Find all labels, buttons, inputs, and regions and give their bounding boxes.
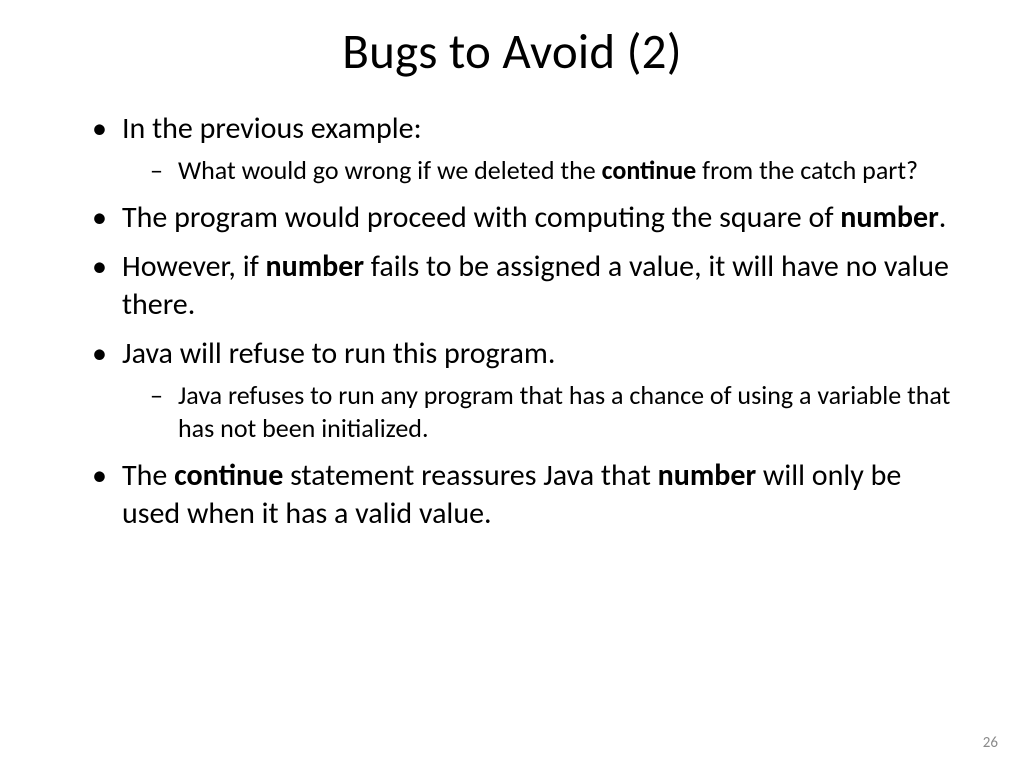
text-fragment: What would go wrong if we deleted the — [178, 154, 602, 186]
sub-bullet-item: Java refuses to run any program that has… — [150, 379, 954, 446]
text-fragment: The program would proceed with computing… — [122, 199, 840, 236]
bold-text: number — [266, 248, 364, 285]
text-fragment: statement reassures Java that — [283, 457, 657, 494]
slide-body: In the previous example: What would go w… — [0, 82, 1024, 532]
text-fragment: . — [939, 199, 947, 236]
bullet-item: In the previous example: What would go w… — [92, 110, 954, 187]
bullet-item: However, if number fails to be assigned … — [92, 248, 954, 323]
text-fragment: from the catch part? — [696, 154, 918, 186]
sub-bullet-list: What would go wrong if we deleted the co… — [122, 154, 954, 187]
sub-bullet-item: What would go wrong if we deleted the co… — [150, 154, 954, 187]
text-fragment: The — [122, 457, 174, 494]
slide-title: Bugs to Avoid (2) — [0, 0, 1024, 82]
bullet-text: Java will refuse to run this program. — [122, 335, 555, 372]
bullet-list: In the previous example: What would go w… — [92, 110, 954, 532]
text-fragment: However, if — [122, 248, 266, 285]
sub-bullet-list: Java refuses to run any program that has… — [122, 379, 954, 446]
bold-text: number — [658, 457, 756, 494]
bullet-item: The program would proceed with computing… — [92, 199, 954, 237]
bold-text: continue — [602, 154, 697, 186]
bullet-item: Java will refuse to run this program. Ja… — [92, 335, 954, 445]
bullet-text: In the previous example: — [122, 110, 422, 147]
bold-text: number — [840, 199, 938, 236]
slide: Bugs to Avoid (2) In the previous exampl… — [0, 0, 1024, 768]
bullet-item: The continue statement reassures Java th… — [92, 457, 954, 532]
sub-bullet-text: Java refuses to run any program that has… — [178, 379, 950, 444]
bold-text: continue — [174, 457, 283, 494]
page-number: 26 — [983, 734, 998, 752]
